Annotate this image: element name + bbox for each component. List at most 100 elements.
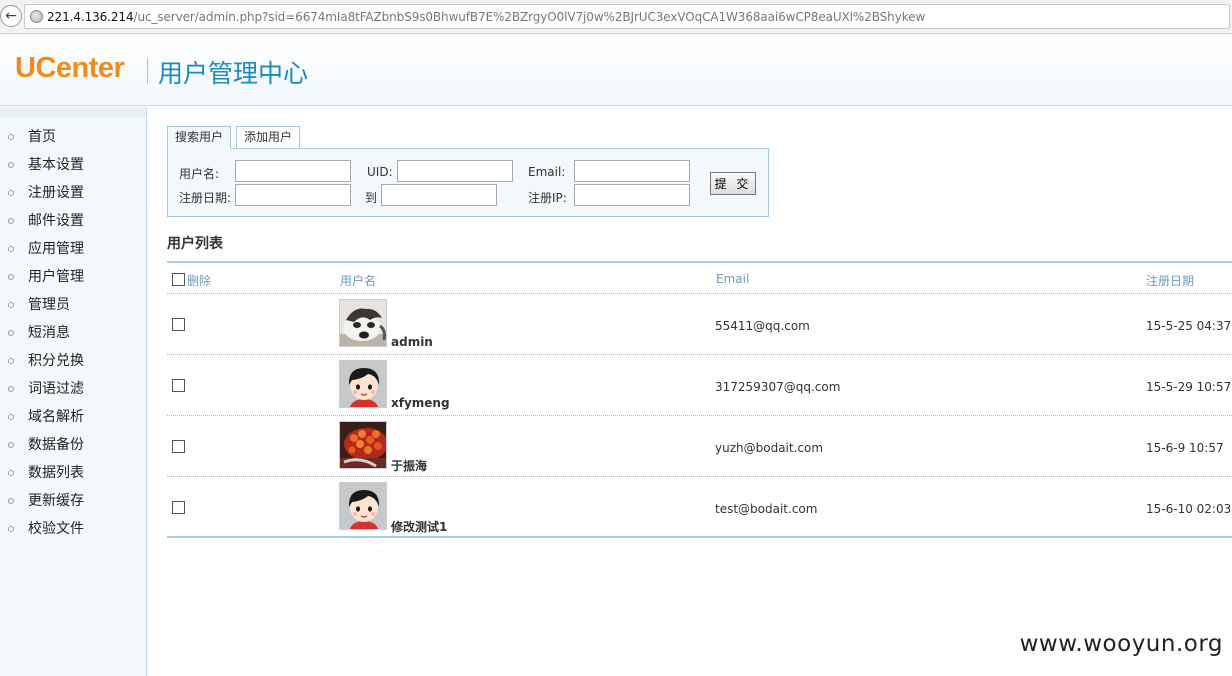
email-input[interactable] xyxy=(574,160,690,182)
sidebar-item-label: 邮件设置 xyxy=(28,213,84,229)
avatar[interactable] xyxy=(339,482,387,530)
food-photo xyxy=(340,422,386,468)
table-header: 删除 用户名 Email 注册日期 xyxy=(167,263,1232,294)
column-header-delete: 删除 xyxy=(187,274,212,288)
username-text[interactable]: admin xyxy=(391,335,433,349)
sidebar-item-administrators[interactable]: 管理员 xyxy=(0,291,146,319)
uid-input[interactable] xyxy=(397,160,513,182)
url-host: 221.4.136.214 xyxy=(47,10,134,24)
sidebar-item-label: 域名解析 xyxy=(28,409,84,425)
sidebar-item-data-list[interactable]: 数据列表 xyxy=(0,459,146,487)
bullet-icon xyxy=(8,414,14,420)
email-text: test@bodait.com xyxy=(715,502,818,516)
header-divider xyxy=(147,58,148,84)
sidebar-item-label: 用户管理 xyxy=(28,269,84,285)
bullet-icon xyxy=(8,302,14,308)
bullet-icon xyxy=(8,498,14,504)
sidebar-item-label: 管理员 xyxy=(28,297,70,313)
regdate-text: 15-6-10 02:03 xyxy=(1146,502,1232,516)
sidebar-item-app-management[interactable]: 应用管理 xyxy=(0,235,146,263)
husky-dog-photo xyxy=(340,300,386,346)
sidebar-item-messages[interactable]: 短消息 xyxy=(0,319,146,347)
sidebar-item-label: 数据备份 xyxy=(28,437,84,453)
table-row: admin 55411@qq.com 15-5-25 04:37 xyxy=(167,294,1232,355)
regdate-text: 15-5-29 10:57 xyxy=(1146,380,1232,394)
sidebar-item-basic-settings[interactable]: 基本设置 xyxy=(0,151,146,179)
table-row: 于振海 yuzh@bodait.com 15-6-9 10:57 xyxy=(167,416,1232,477)
sidebar-item-word-filter[interactable]: 词语过滤 xyxy=(0,375,146,403)
submit-button[interactable]: 提 交 xyxy=(710,172,756,195)
avatar[interactable] xyxy=(339,299,387,347)
column-header-username: 用户名 xyxy=(340,274,377,288)
main-content: 搜索用户 添加用户 用户名: UID: Email: 注册日期: 到 注册IP:… xyxy=(167,107,1232,676)
username-text[interactable]: 于振海 xyxy=(391,457,427,474)
default-cartoon-avatar xyxy=(340,361,386,407)
sidebar-item-verify-files[interactable]: 校验文件 xyxy=(0,515,146,543)
sidebar-item-label: 首页 xyxy=(28,129,56,145)
bullet-icon xyxy=(8,442,14,448)
regip-input[interactable] xyxy=(574,184,690,206)
row-checkbox[interactable] xyxy=(172,501,185,514)
sidebar-item-register-settings[interactable]: 注册设置 xyxy=(0,179,146,207)
uid-label: UID: xyxy=(367,165,393,179)
bullet-icon xyxy=(8,246,14,252)
default-cartoon-avatar xyxy=(340,483,386,529)
bullet-icon xyxy=(8,330,14,336)
url-input[interactable]: 221.4.136.214/uc_server/admin.php?sid=66… xyxy=(24,4,1230,29)
row-checkbox[interactable] xyxy=(172,318,185,331)
ucenter-logo[interactable]: UCenter xyxy=(15,52,125,85)
bullet-icon xyxy=(8,526,14,532)
url-path: /uc_server/admin.php?sid=6674mIa8tFAZbnb… xyxy=(133,10,926,24)
sidebar-item-credit-exchange[interactable]: 积分兑换 xyxy=(0,347,146,375)
bullet-icon xyxy=(8,162,14,168)
sidebar-item-label: 应用管理 xyxy=(28,241,84,257)
row-checkbox[interactable] xyxy=(172,440,185,453)
browser-address-bar: ← 221.4.136.214/uc_server/admin.php?sid=… xyxy=(0,0,1232,34)
sidebar-item-label: 基本设置 xyxy=(28,157,84,173)
sidebar-top-band xyxy=(0,107,146,117)
regip-label: 注册IP: xyxy=(528,191,567,205)
sidebar: 首页 基本设置 注册设置 邮件设置 应用管理 用户管理 管理员 短消息 积分兑换… xyxy=(0,107,147,676)
sidebar-item-mail-settings[interactable]: 邮件设置 xyxy=(0,207,146,235)
to-label: 到 xyxy=(365,191,378,205)
email-text: 55411@qq.com xyxy=(715,319,810,333)
sidebar-item-dns[interactable]: 域名解析 xyxy=(0,403,146,431)
tab-add-user[interactable]: 添加用户 xyxy=(236,126,301,149)
user-list-title: 用户列表 xyxy=(167,236,223,252)
bullet-icon xyxy=(8,218,14,224)
regdate-from-input[interactable] xyxy=(235,184,351,206)
sidebar-item-label: 更新缓存 xyxy=(28,493,84,509)
username-text[interactable]: xfymeng xyxy=(391,396,450,410)
sidebar-item-label: 校验文件 xyxy=(28,521,84,537)
sidebar-item-label: 数据列表 xyxy=(28,465,84,481)
regdate-label: 注册日期: xyxy=(179,191,232,205)
sidebar-item-home[interactable]: 首页 xyxy=(0,123,146,151)
avatar[interactable] xyxy=(339,360,387,408)
globe-icon xyxy=(30,10,43,23)
column-header-email: Email xyxy=(716,272,750,286)
sidebar-item-user-management[interactable]: 用户管理 xyxy=(0,263,146,291)
email-text: yuzh@bodait.com xyxy=(715,441,824,455)
bullet-icon xyxy=(8,134,14,140)
sidebar-item-data-backup[interactable]: 数据备份 xyxy=(0,431,146,459)
email-text: 317259307@qq.com xyxy=(715,380,841,394)
bullet-icon xyxy=(8,470,14,476)
sidebar-menu: 首页 基本设置 注册设置 邮件设置 应用管理 用户管理 管理员 短消息 积分兑换… xyxy=(0,123,146,543)
row-checkbox[interactable] xyxy=(172,379,185,392)
username-text[interactable]: 修改测试1 xyxy=(391,518,447,535)
sidebar-item-label: 注册设置 xyxy=(28,185,84,201)
column-header-regdate: 注册日期 xyxy=(1146,274,1195,288)
sidebar-item-label: 积分兑换 xyxy=(28,353,84,369)
username-input[interactable] xyxy=(235,160,351,182)
tab-search-users[interactable]: 搜索用户 xyxy=(167,126,232,149)
page-header: UCenter 用户管理中心 xyxy=(0,36,1232,106)
table-row: 修改测试1 test@bodait.com 15-6-10 02:03 xyxy=(167,477,1232,538)
avatar[interactable] xyxy=(339,421,387,469)
search-form: 用户名: UID: Email: 注册日期: 到 注册IP: 提 交 xyxy=(167,148,769,217)
email-label: Email: xyxy=(528,165,566,179)
watermark-text: www.wooyun.org xyxy=(1019,631,1223,657)
back-arrow-icon[interactable]: ← xyxy=(0,5,22,27)
sidebar-item-update-cache[interactable]: 更新缓存 xyxy=(0,487,146,515)
regdate-to-input[interactable] xyxy=(381,184,497,206)
select-all-checkbox[interactable] xyxy=(172,273,185,286)
